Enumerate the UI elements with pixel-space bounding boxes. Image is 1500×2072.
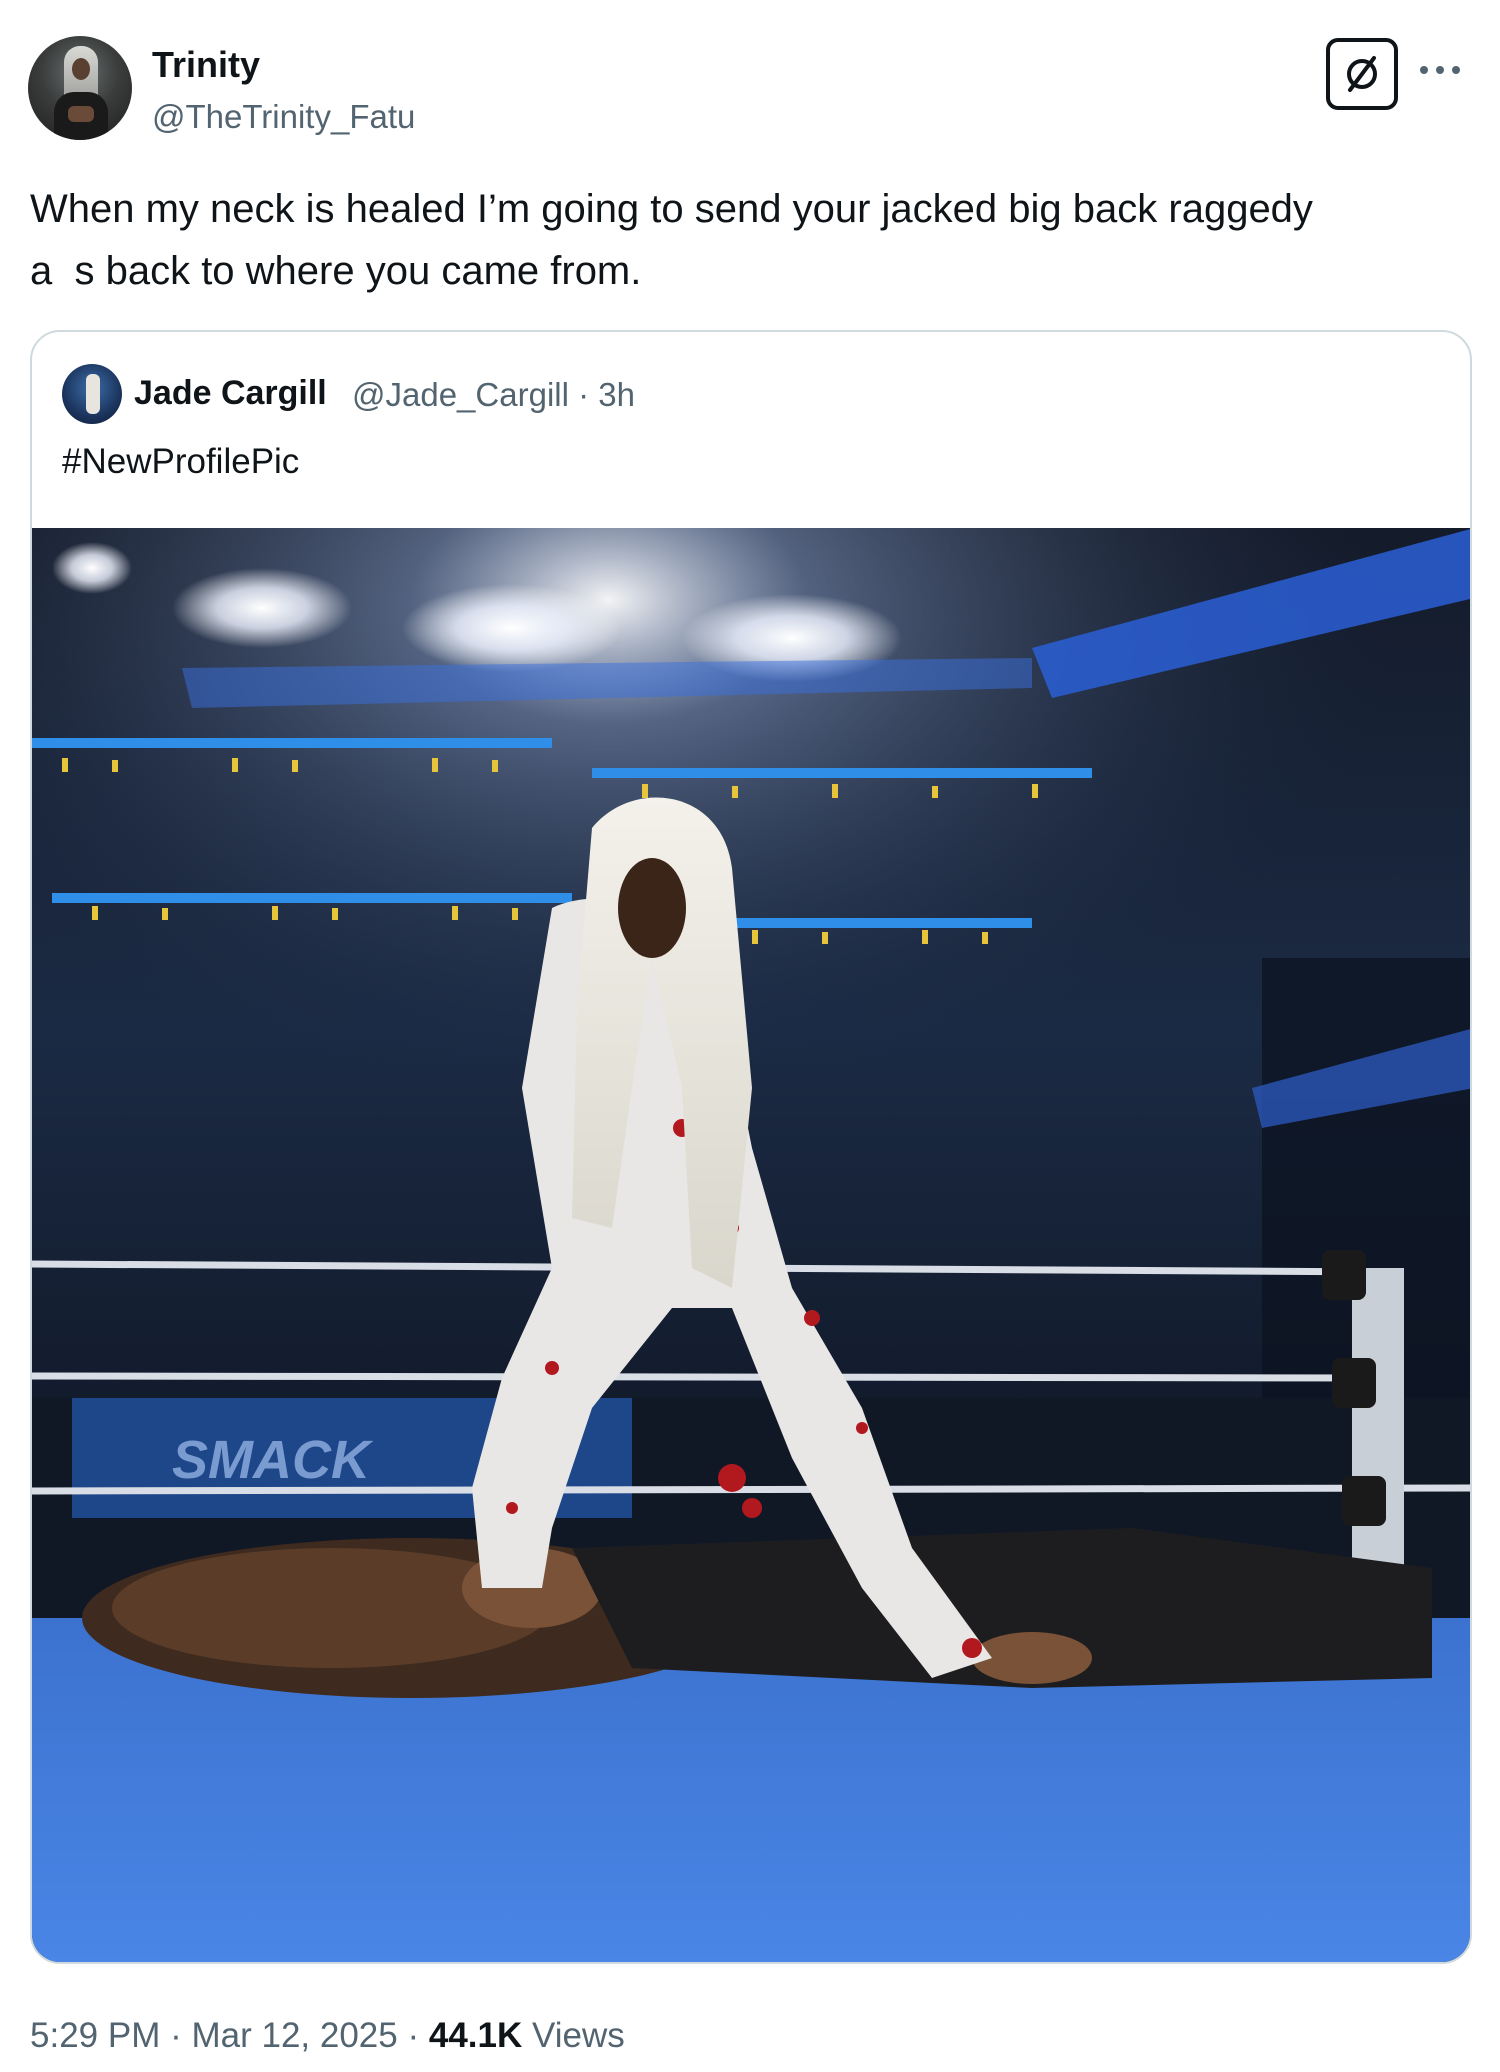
tweet-date[interactable]: Mar 12, 2025 <box>191 2016 397 2055</box>
tweet-text: When my neck is healed I’m going to send… <box>30 178 1460 302</box>
author-avatar[interactable] <box>28 36 132 140</box>
smack-signage: SMACK <box>172 1430 374 1490</box>
tweet-metadata: 5:29 PM · Mar 12, 2025 · 44.1K Views <box>30 2016 625 2056</box>
tweet: Trinity @TheTrinity_Fatu When my neck is… <box>0 0 1500 2072</box>
author-name[interactable]: Trinity <box>152 44 260 86</box>
views-label: Views <box>532 2016 625 2055</box>
grok-button[interactable] <box>1326 38 1398 110</box>
quoted-hashtag[interactable]: #NewProfilePic <box>62 442 299 482</box>
quoted-author-handle[interactable]: @Jade_Cargill <box>352 376 569 413</box>
quoted-author-name[interactable]: Jade Cargill <box>134 374 327 413</box>
grok-slash-circle-icon <box>1347 56 1377 92</box>
meta-separator-2: · <box>407 2016 420 2055</box>
quoted-separator: · <box>578 376 590 413</box>
tweet-text-line-1: When my neck is healed I’m going to send… <box>30 187 1313 231</box>
quoted-author-meta: @Jade_Cargill · 3h <box>352 376 635 414</box>
wrestling-ring-photo: SMACK <box>32 528 1470 1962</box>
meta-separator-1: · <box>170 2016 182 2055</box>
quoted-tweet[interactable]: Jade Cargill @Jade_Cargill · 3h #NewProf… <box>30 330 1472 1964</box>
more-options-button[interactable] <box>1420 58 1464 82</box>
quoted-media-image[interactable]: SMACK <box>32 528 1470 1962</box>
quoted-age[interactable]: 3h <box>598 376 635 413</box>
quoted-author-avatar[interactable] <box>62 364 122 424</box>
views-count: 44.1K <box>428 2016 523 2055</box>
tweet-time[interactable]: 5:29 PM <box>30 2016 160 2055</box>
tweet-text-line-2: a s back to where you came from. <box>30 249 642 293</box>
author-handle[interactable]: @TheTrinity_Fatu <box>152 98 415 136</box>
